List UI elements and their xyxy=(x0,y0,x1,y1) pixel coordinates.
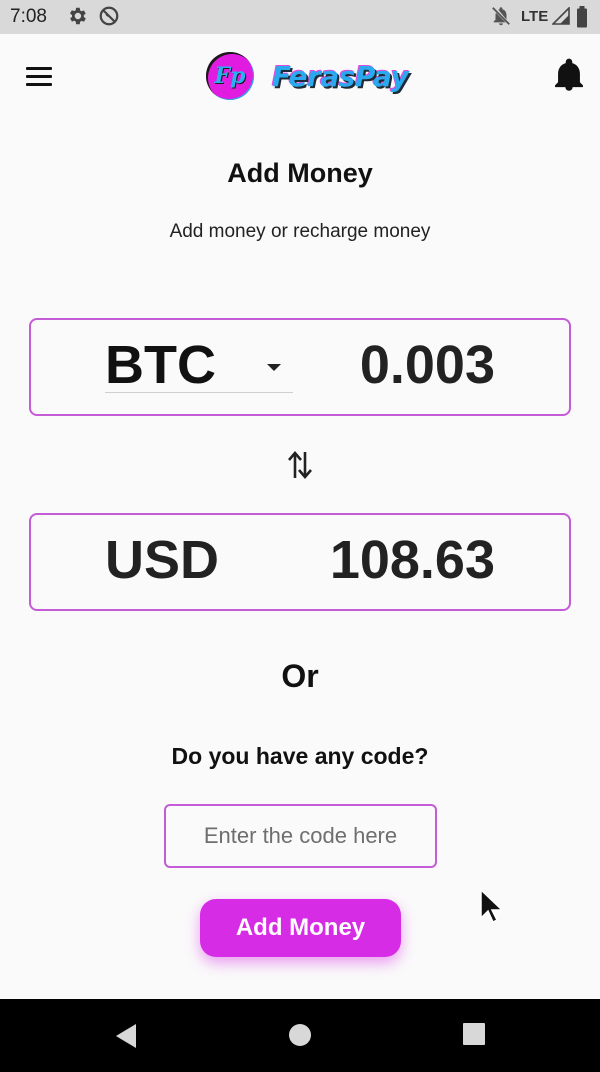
back-button[interactable] xyxy=(112,1021,138,1051)
swap-vertical-icon xyxy=(288,451,312,479)
recents-icon xyxy=(463,1023,485,1045)
home-button[interactable] xyxy=(288,1023,312,1047)
code-input[interactable] xyxy=(164,804,437,868)
to-amount-value: 108.63 xyxy=(329,530,495,590)
page-subtitle: Add money or recharge money xyxy=(169,221,431,242)
from-currency-box: BTC 0.003 xyxy=(29,318,571,416)
status-bar: 7:08 LTE xyxy=(0,0,600,34)
menu-icon xyxy=(26,67,52,70)
menu-button[interactable] xyxy=(22,60,56,90)
signal-icon xyxy=(551,6,570,30)
to-currency-box: USD 108.63 xyxy=(29,513,571,611)
recents-button[interactable] xyxy=(463,1023,485,1045)
to-currency-code: USD xyxy=(105,530,220,590)
dropdown-arrow-icon xyxy=(267,364,281,371)
bell-icon xyxy=(555,58,583,91)
battery-icon xyxy=(576,6,588,33)
do-not-disturb-icon xyxy=(98,5,120,32)
network-type: LTE xyxy=(521,8,549,25)
system-nav-bar xyxy=(0,999,600,1072)
add-money-button[interactable]: Add Money xyxy=(200,899,401,957)
home-icon xyxy=(289,1024,311,1046)
logo-initials: Fp xyxy=(214,63,246,89)
mouse-cursor-icon xyxy=(480,888,504,924)
app-bar: Fp FerasPay xyxy=(0,34,600,118)
swap-currencies-button[interactable] xyxy=(285,448,315,482)
app-logo: Fp FerasPay xyxy=(206,50,416,102)
notifications-off-icon xyxy=(490,5,512,32)
from-amount-field[interactable]: 0.003 xyxy=(360,336,495,394)
app-name: FerasPay xyxy=(272,60,409,93)
or-divider-text: Or xyxy=(281,658,319,694)
from-currency-dropdown[interactable]: BTC xyxy=(105,334,293,395)
code-question: Do you have any code? xyxy=(171,743,429,769)
page-title: Add Money xyxy=(227,158,373,188)
back-icon xyxy=(116,1024,136,1048)
status-time: 7:08 xyxy=(10,6,47,27)
settings-icon xyxy=(66,5,88,32)
from-currency-code: BTC xyxy=(105,335,216,395)
notifications-button[interactable] xyxy=(554,58,584,92)
